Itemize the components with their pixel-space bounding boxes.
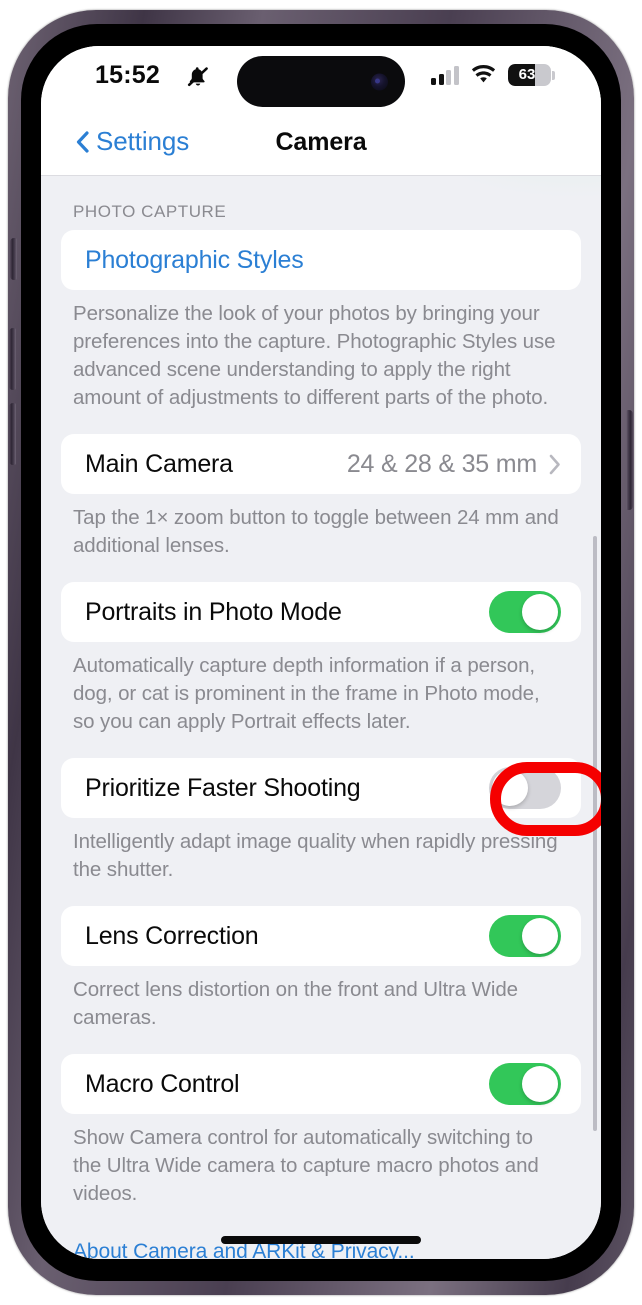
photographic-styles-label: Photographic Styles — [85, 245, 304, 274]
chevron-right-icon — [549, 454, 560, 474]
card-photographic-styles: Photographic Styles — [61, 230, 581, 290]
row-prioritize-faster-shooting[interactable]: Prioritize Faster Shooting — [61, 758, 581, 818]
card-portraits-in-photo-mode: Portraits in Photo Mode — [61, 582, 581, 642]
battery-percentage-label: 63 — [518, 66, 536, 83]
lens-correction-toggle[interactable] — [489, 915, 561, 957]
power-button[interactable] — [626, 410, 633, 510]
card-main-camera: Main Camera 24 & 28 & 35 mm — [61, 434, 581, 494]
footnote-macro-control: Show Camera control for automatically sw… — [73, 1126, 539, 1205]
macro-control-toggle[interactable] — [489, 1063, 561, 1105]
cellular-signal-icon — [431, 65, 459, 85]
page-title: Camera — [275, 128, 367, 156]
row-photographic-styles[interactable]: Photographic Styles — [61, 230, 581, 290]
settings-scroll-container[interactable]: PHOTO CAPTURE Photographic Styles Person… — [41, 176, 601, 1259]
prioritize-faster-shooting-toggle[interactable] — [489, 767, 561, 809]
bell-slash-icon — [187, 67, 208, 87]
footnote-main-camera: Tap the 1× zoom button to toggle between… — [73, 506, 559, 557]
card-lens-correction: Lens Correction — [61, 906, 581, 966]
portraits-in-photo-mode-label: Portraits in Photo Mode — [85, 597, 342, 626]
main-camera-value: 24 & 28 & 35 mm — [346, 449, 537, 478]
portraits-in-photo-mode-toggle[interactable] — [489, 591, 561, 633]
about-camera-privacy-link[interactable]: About Camera and ARKit & Privacy... — [41, 1208, 601, 1259]
home-indicator[interactable] — [221, 1236, 421, 1244]
navigation-bar: Settings Camera — [41, 118, 601, 176]
section-header-photo-capture: PHOTO CAPTURE — [73, 202, 227, 221]
phone-screen: 15:52 63 Settings Camera PHOTO CAPTURE P… — [41, 46, 601, 1259]
vertical-scrollbar[interactable] — [593, 536, 597, 1131]
prioritize-faster-shooting-label: Prioritize Faster Shooting — [85, 773, 361, 802]
card-macro-control: Macro Control — [61, 1054, 581, 1114]
volume-up-button[interactable] — [9, 328, 16, 390]
status-bar-indicators: 63 — [431, 64, 555, 86]
lens-correction-label: Lens Correction — [85, 921, 259, 950]
nav-bar-divider — [41, 175, 601, 176]
wifi-icon — [471, 65, 495, 83]
phone-bezel: 15:52 63 Settings Camera PHOTO CAPTURE P… — [21, 24, 621, 1281]
footnote-prioritize-faster-shooting: Intelligently adapt image quality when r… — [73, 830, 558, 881]
volume-down-button[interactable] — [9, 403, 16, 465]
dynamic-island[interactable] — [237, 56, 405, 107]
row-lens-correction[interactable]: Lens Correction — [61, 906, 581, 966]
row-portraits-in-photo-mode[interactable]: Portraits in Photo Mode — [61, 582, 581, 642]
front-camera-lens — [371, 73, 388, 90]
row-macro-control[interactable]: Macro Control — [61, 1054, 581, 1114]
main-camera-label: Main Camera — [85, 449, 233, 478]
footnote-photographic-styles: Personalize the look of your photos by b… — [73, 302, 556, 409]
status-bar-clock: 15:52 — [95, 61, 160, 89]
row-main-camera[interactable]: Main Camera 24 & 28 & 35 mm — [61, 434, 581, 494]
phone-device-frame: 15:52 63 Settings Camera PHOTO CAPTURE P… — [8, 10, 634, 1295]
card-prioritize-faster-shooting: Prioritize Faster Shooting — [61, 758, 581, 818]
footnote-lens-correction: Correct lens distortion on the front and… — [73, 978, 518, 1029]
battery-indicator: 63 — [507, 64, 555, 86]
macro-control-label: Macro Control — [85, 1069, 240, 1098]
action-button[interactable] — [10, 238, 17, 280]
footnote-portraits-in-photo-mode: Automatically capture depth information … — [73, 654, 540, 733]
